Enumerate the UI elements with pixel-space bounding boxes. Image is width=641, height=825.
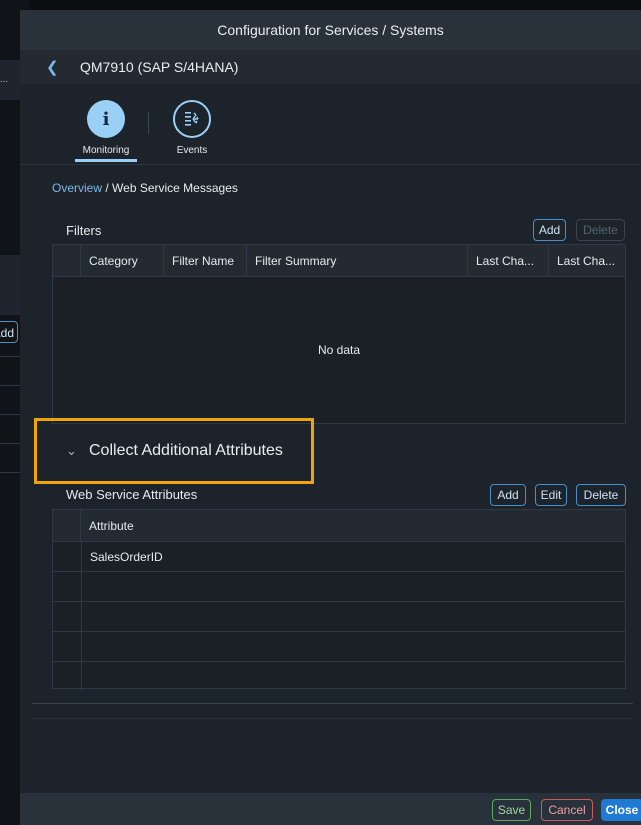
table-row[interactable] [53, 632, 625, 662]
system-name: QM7910 (SAP S/4HANA) [80, 59, 239, 75]
filters-add-button[interactable]: Add [533, 219, 566, 241]
row-selector[interactable] [53, 662, 82, 691]
system-header: ❮ QM7910 (SAP S/4HANA) [20, 50, 641, 84]
background-ellipsis: ... [0, 74, 9, 85]
attributes-delete-button[interactable]: Delete [576, 484, 626, 506]
table-row[interactable]: SalesOrderID [53, 542, 625, 572]
column-header[interactable]: Filter Summary [247, 245, 468, 276]
select-column-header [53, 510, 81, 541]
breadcrumb: Overview / Web Service Messages [52, 181, 238, 195]
attributes-table: Attribute SalesOrderID [52, 509, 626, 691]
filters-title: Filters [66, 223, 102, 238]
column-header[interactable]: Last Cha... [549, 245, 625, 276]
background-add-button[interactable]: Add [0, 321, 18, 343]
column-header[interactable]: Category [81, 245, 164, 276]
row-selector[interactable] [53, 572, 82, 601]
dialog-footer: Save Cancel Close [20, 793, 641, 825]
attributes-add-button[interactable]: Add [490, 484, 526, 506]
row-selector[interactable] [53, 632, 82, 661]
tab-selected-indicator [75, 159, 137, 162]
table-row[interactable] [53, 602, 625, 632]
collect-attributes-title: Collect Additional Attributes [89, 442, 283, 459]
section-divider [32, 703, 633, 704]
attributes-edit-button[interactable]: Edit [535, 484, 567, 506]
attributes-table-header: Attribute [53, 510, 625, 542]
table-row[interactable] [53, 662, 625, 691]
table-row[interactable] [53, 572, 625, 602]
chevron-down-icon[interactable]: ⌄ [66, 443, 86, 459]
tab-monitoring[interactable]: i Monitoring [74, 100, 138, 162]
configuration-dialog: Configuration for Services / Systems ❮ Q… [20, 10, 641, 825]
dialog-title: Configuration for Services / Systems [217, 22, 444, 38]
breadcrumb-overview-link[interactable]: Overview [52, 181, 102, 195]
tab-events-label: Events [176, 145, 208, 156]
filters-table: Category Filter Name Filter Summary Last… [52, 244, 626, 424]
tab-separator [148, 112, 149, 134]
tab-monitoring-label: Monitoring [82, 145, 130, 156]
row-selector[interactable] [53, 542, 82, 571]
tab-events[interactable]: Events [160, 100, 224, 156]
filters-table-header: Category Filter Name Filter Summary Last… [53, 245, 625, 277]
row-selector[interactable] [53, 602, 82, 631]
web-service-attributes-title: Web Service Attributes [66, 487, 198, 502]
cancel-button[interactable]: Cancel [541, 799, 593, 821]
attribute-cell [82, 602, 90, 631]
filters-delete-button[interactable]: Delete [576, 219, 625, 241]
no-data-text: No data [317, 343, 361, 357]
section-divider [32, 718, 633, 719]
column-header[interactable]: Last Cha... [468, 245, 549, 276]
column-header[interactable]: Filter Name [164, 245, 247, 276]
save-button[interactable]: Save [492, 799, 531, 821]
attribute-cell [82, 632, 90, 661]
close-button[interactable]: Close [601, 799, 641, 821]
info-icon: i [87, 100, 125, 138]
column-header-attribute[interactable]: Attribute [81, 510, 625, 541]
attribute-cell: SalesOrderID [90, 549, 163, 564]
icon-tab-bar: i Monitoring Events [20, 84, 641, 165]
attribute-cell [82, 572, 90, 601]
collect-attributes-panel-header[interactable]: ⌄ Collect Additional Attributes [34, 418, 314, 484]
attribute-cell [82, 662, 90, 691]
events-icon [173, 100, 211, 138]
select-column-header [53, 245, 81, 276]
breadcrumb-separator: / [102, 181, 113, 195]
breadcrumb-current: Web Service Messages [112, 181, 238, 195]
back-arrow-icon[interactable]: ❮ [46, 58, 66, 76]
dialog-title-bar: Configuration for Services / Systems [20, 10, 641, 50]
